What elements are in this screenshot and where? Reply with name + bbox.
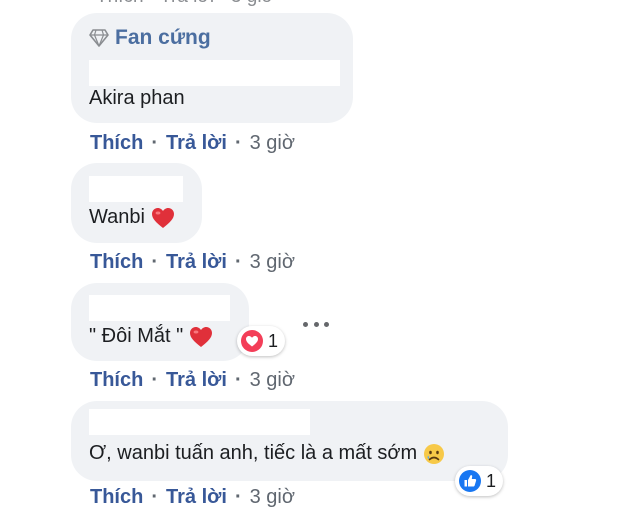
redacted-author-name xyxy=(89,60,340,86)
comment-actions-3: Thích · Trả lời · 3 giờ xyxy=(90,367,295,393)
comment-actions-4: Thích · Trả lời · 3 giờ xyxy=(90,484,295,510)
reaction-summary[interactable]: 1 xyxy=(237,326,286,356)
timestamp[interactable]: 3 giờ xyxy=(250,486,295,509)
reply-button[interactable]: Trả lời xyxy=(166,132,227,155)
like-button[interactable]: Thích xyxy=(90,132,143,155)
separator: · xyxy=(151,131,159,154)
like-button[interactable]: Thích xyxy=(90,369,143,392)
badge-label: Fan cứng xyxy=(115,26,211,49)
comment-actions-2: Thích · Trả lời · 3 giờ xyxy=(90,249,295,275)
separator: · xyxy=(234,250,242,273)
timestamp[interactable]: 3 giờ xyxy=(250,369,295,392)
more-options-button[interactable] xyxy=(303,314,329,334)
separator: · xyxy=(234,131,242,154)
comment-text: Wanbi xyxy=(89,206,175,229)
separator: · xyxy=(234,485,242,508)
redacted-author-name xyxy=(89,409,310,435)
red-heart-emoji xyxy=(190,326,213,347)
redacted-author-name xyxy=(89,176,183,202)
like-reaction-icon xyxy=(459,470,481,492)
reply-button[interactable]: Trả lời xyxy=(166,251,227,274)
comment-bubble-2: Wanbi xyxy=(71,163,202,243)
comment-actions-1: Thích · Trả lời · 3 giờ xyxy=(90,130,295,156)
reply-button[interactable]: Trả lời xyxy=(166,486,227,509)
separator: · xyxy=(151,485,159,508)
like-button[interactable]: Thích xyxy=(90,486,143,509)
comment-bubble-3: " Đôi Mắt " xyxy=(71,283,249,361)
top-fan-badge: Fan cứng xyxy=(89,26,211,50)
separator: · xyxy=(151,368,159,391)
diamond-icon xyxy=(89,29,109,47)
reaction-summary[interactable]: 1 xyxy=(455,466,504,496)
comment-text: Akira phan xyxy=(89,87,185,109)
redacted-author-name xyxy=(89,295,230,321)
comment-bubble-1: Fan cứng Akira phan xyxy=(71,13,353,123)
comment-text: " Đôi Mắt " xyxy=(89,325,213,348)
separator: · xyxy=(234,368,242,391)
red-heart-emoji xyxy=(151,207,174,228)
reply-button[interactable]: Trả lời xyxy=(166,369,227,392)
comment-text: Ơ, wanbi tuấn anh, tiếc là a mất sớm xyxy=(89,442,445,465)
reaction-count: 1 xyxy=(486,470,497,491)
timestamp[interactable]: 3 giờ xyxy=(250,132,295,155)
timestamp[interactable]: 3 giờ xyxy=(250,251,295,274)
sad-face-emoji xyxy=(424,443,445,464)
like-button[interactable]: Thích xyxy=(90,251,143,274)
previous-comment-actions-clipped: Thích · Trả lời · 3 giờ xyxy=(96,0,336,6)
reaction-count: 1 xyxy=(268,330,279,351)
comment-bubble-4: Ơ, wanbi tuấn anh, tiếc là a mất sớm xyxy=(71,401,508,481)
love-reaction-icon xyxy=(241,330,263,352)
separator: · xyxy=(151,250,159,273)
